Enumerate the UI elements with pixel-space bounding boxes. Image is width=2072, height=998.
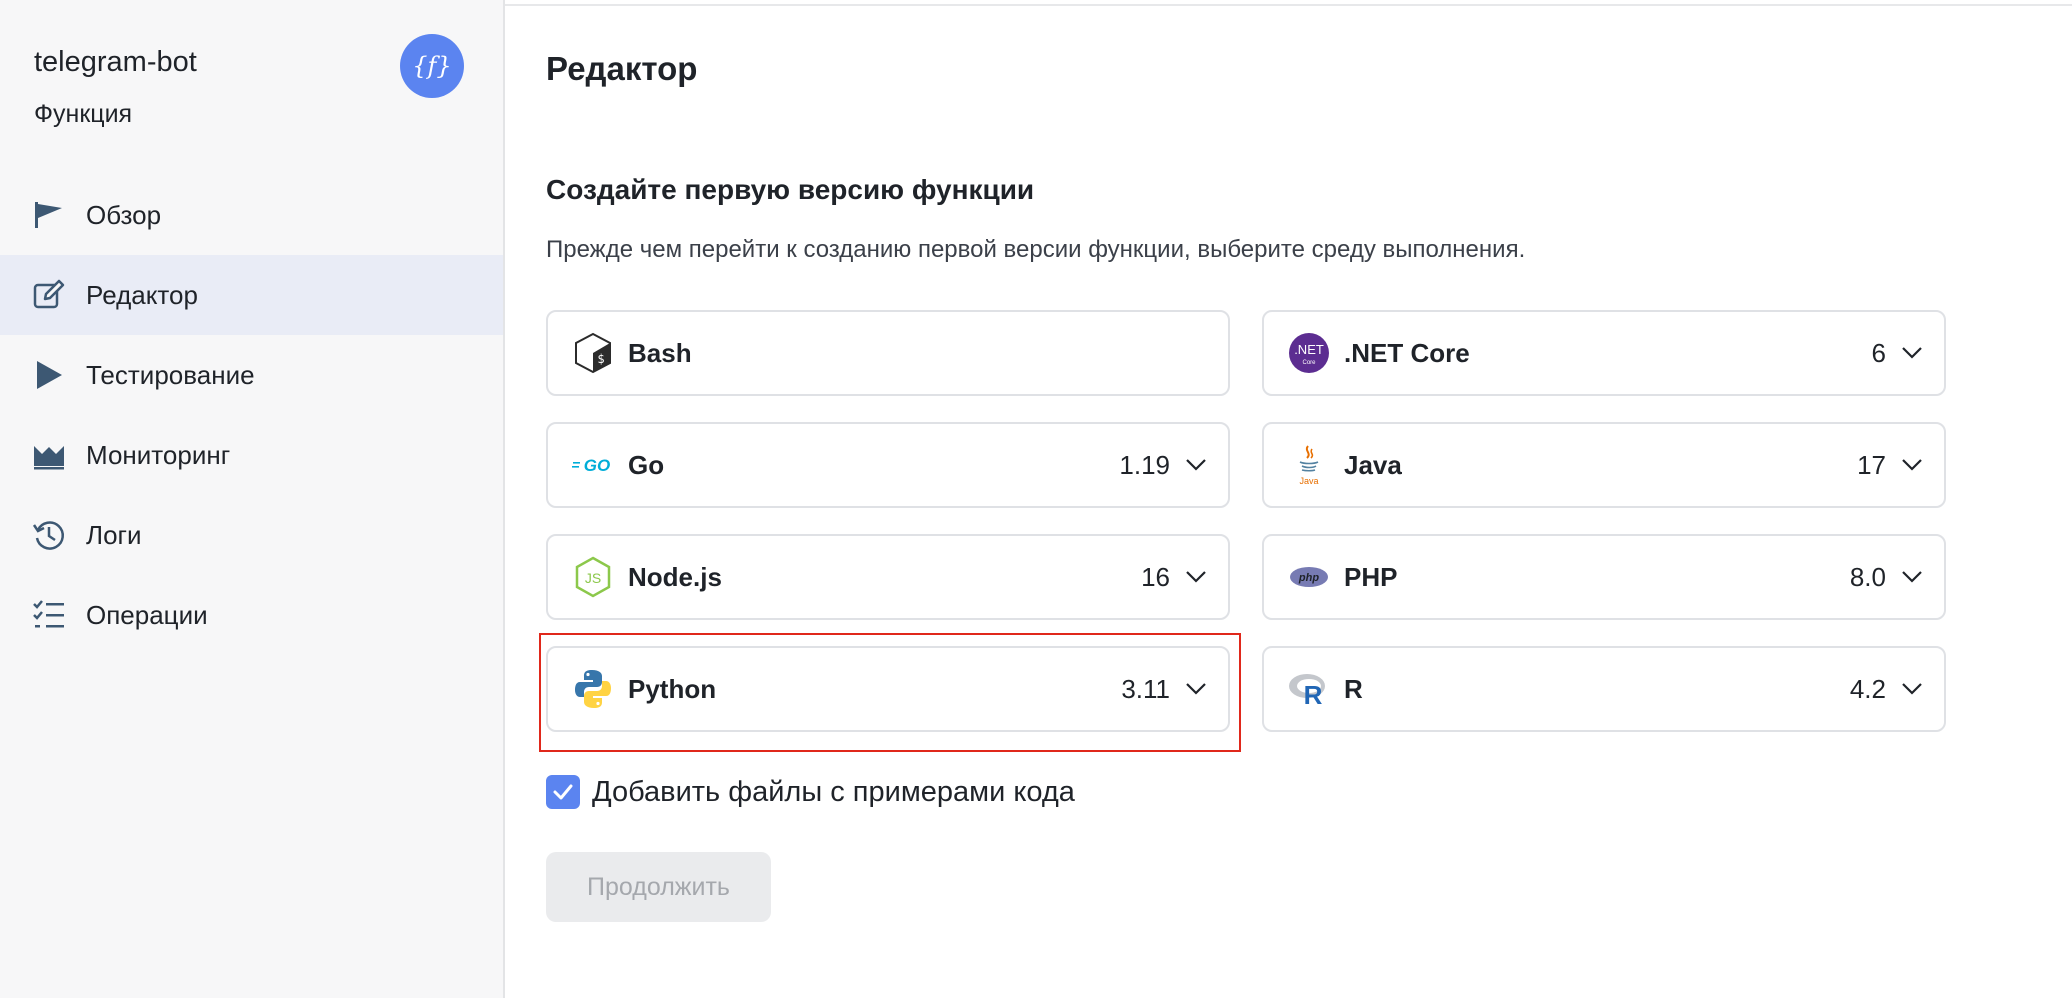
runtime-name: Python	[628, 673, 717, 704]
runtime-version: 3.11	[1121, 673, 1170, 704]
runtime-version: 17	[1857, 449, 1886, 480]
sample-files-checkbox[interactable]: Добавить файлы с примерами кода	[546, 775, 1075, 809]
svg-text:R: R	[1304, 680, 1323, 707]
chevron-down-icon[interactable]	[1184, 453, 1208, 477]
section-description: Прежде чем перейти к созданию первой вер…	[546, 236, 1526, 263]
sidebar-item-testing[interactable]: Тестирование	[0, 335, 503, 415]
nodejs-icon: JS	[572, 556, 614, 598]
function-braces-icon: {f}	[400, 34, 464, 98]
runtime-name: Node.js	[628, 561, 722, 592]
svg-text:php: php	[1298, 572, 1319, 584]
runtime-card-python[interactable]: Python 3.11	[546, 646, 1230, 732]
chart-area-icon	[32, 438, 66, 472]
service-name: telegram-bot	[34, 46, 197, 78]
runtime-card-java[interactable]: Java Java 17	[1262, 422, 1946, 508]
runtime-name: Go	[628, 449, 665, 480]
history-icon	[32, 518, 66, 552]
top-divider	[504, 0, 2072, 6]
svg-text:Java: Java	[1299, 476, 1318, 486]
chevron-down-icon[interactable]	[1184, 565, 1208, 589]
service-type: Функция	[34, 100, 133, 128]
svg-text:$: $	[597, 352, 604, 366]
runtime-name: PHP	[1344, 561, 1398, 592]
edit-icon	[32, 278, 66, 312]
svg-text:.NET: .NET	[1294, 342, 1324, 357]
page-title: Редактор	[546, 50, 698, 87]
svg-text:Core: Core	[1302, 360, 1316, 366]
runtime-card-bash[interactable]: $ Bash	[546, 310, 1230, 396]
sidebar: telegram-bot Функция {f} Обзор Редактор …	[0, 0, 505, 998]
bash-icon: $	[572, 332, 614, 374]
sidebar-item-label: Мониторинг	[86, 439, 231, 470]
sidebar-nav: Обзор Редактор Тестирование Мониторинг Л…	[0, 175, 503, 655]
chevron-down-icon[interactable]	[1900, 341, 1924, 365]
runtime-version: 8.0	[1849, 561, 1886, 592]
svg-text:JS: JS	[585, 570, 601, 586]
runtime-card-r[interactable]: R R 4.2	[1262, 646, 1946, 732]
runtime-name: .NET Core	[1344, 337, 1470, 368]
runtime-version: 6	[1871, 337, 1886, 368]
sidebar-item-label: Тестирование	[86, 359, 255, 390]
go-icon: GO	[572, 444, 614, 486]
r-icon: R	[1288, 668, 1330, 710]
sidebar-item-monitoring[interactable]: Мониторинг	[0, 415, 503, 495]
chevron-down-icon[interactable]	[1900, 453, 1924, 477]
svg-text:{f}: {f}	[412, 52, 451, 80]
runtime-name: Java	[1344, 449, 1402, 480]
runtime-card-nodejs[interactable]: JS Node.js 16	[546, 534, 1230, 620]
sidebar-item-label: Обзор	[86, 199, 162, 230]
checkmark-icon[interactable]	[546, 775, 580, 809]
runtime-card-php[interactable]: php PHP 8.0	[1262, 534, 1946, 620]
chevron-down-icon[interactable]	[1900, 677, 1924, 701]
svg-text:GO: GO	[584, 456, 610, 475]
runtime-version: 1.19	[1119, 449, 1170, 480]
runtime-card-go[interactable]: GO Go 1.19	[546, 422, 1230, 508]
php-icon: php	[1288, 556, 1330, 598]
play-icon	[32, 358, 66, 392]
runtime-name: Bash	[628, 337, 692, 368]
runtime-card-dotnet[interactable]: .NET Core .NET Core 6	[1262, 310, 1946, 396]
flag-icon	[32, 198, 66, 232]
chevron-down-icon[interactable]	[1900, 565, 1924, 589]
checkbox-label: Добавить файлы с примерами кода	[592, 775, 1075, 808]
sidebar-item-label: Редактор	[86, 279, 198, 310]
sidebar-item-label: Операции	[86, 599, 208, 630]
sidebar-item-editor[interactable]: Редактор	[0, 255, 503, 335]
runtime-name: R	[1344, 673, 1363, 704]
python-icon	[572, 668, 614, 710]
runtime-version: 4.2	[1849, 673, 1886, 704]
dotnet-icon: .NET Core	[1288, 332, 1330, 374]
sidebar-item-operations[interactable]: Операции	[0, 575, 503, 655]
continue-button[interactable]: Продолжить	[546, 852, 771, 922]
chevron-down-icon[interactable]	[1184, 677, 1208, 701]
checklist-icon	[32, 598, 66, 632]
runtime-version: 16	[1141, 561, 1170, 592]
java-icon: Java	[1288, 444, 1330, 486]
sidebar-item-label: Логи	[86, 519, 142, 550]
section-title: Создайте первую версию функции	[546, 174, 1035, 205]
sidebar-item-overview[interactable]: Обзор	[0, 175, 503, 255]
sidebar-item-logs[interactable]: Логи	[0, 495, 503, 575]
